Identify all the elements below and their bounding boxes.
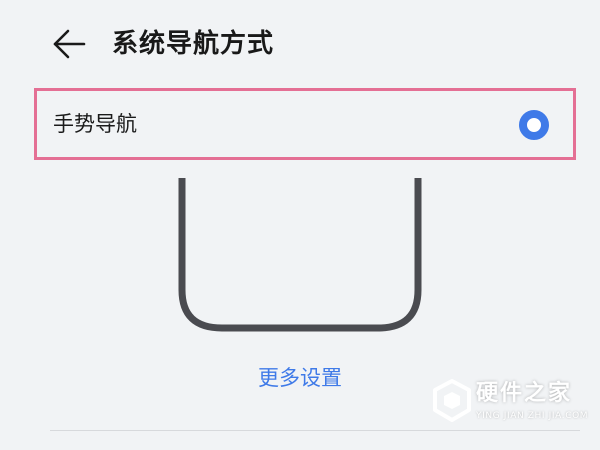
- page-title: 系统导航方式: [112, 29, 275, 59]
- top-bar: 系统导航方式: [0, 0, 600, 88]
- phone-illustration: [178, 178, 422, 332]
- back-button[interactable]: [46, 22, 90, 66]
- gesture-navigation-option[interactable]: 手势导航: [34, 88, 576, 160]
- arrow-left-icon: [53, 29, 86, 59]
- watermark-url: YING JIAN ZHI JIA.COM: [476, 411, 589, 421]
- cube-logo-icon: [433, 379, 471, 422]
- watermark: 硬件之家 YING JIAN ZHI JIA.COM: [432, 378, 592, 438]
- gesture-navigation-label: 手势导航: [53, 112, 137, 136]
- radio-selected-icon[interactable]: [519, 110, 549, 140]
- watermark-name: 硬件之家: [476, 381, 573, 406]
